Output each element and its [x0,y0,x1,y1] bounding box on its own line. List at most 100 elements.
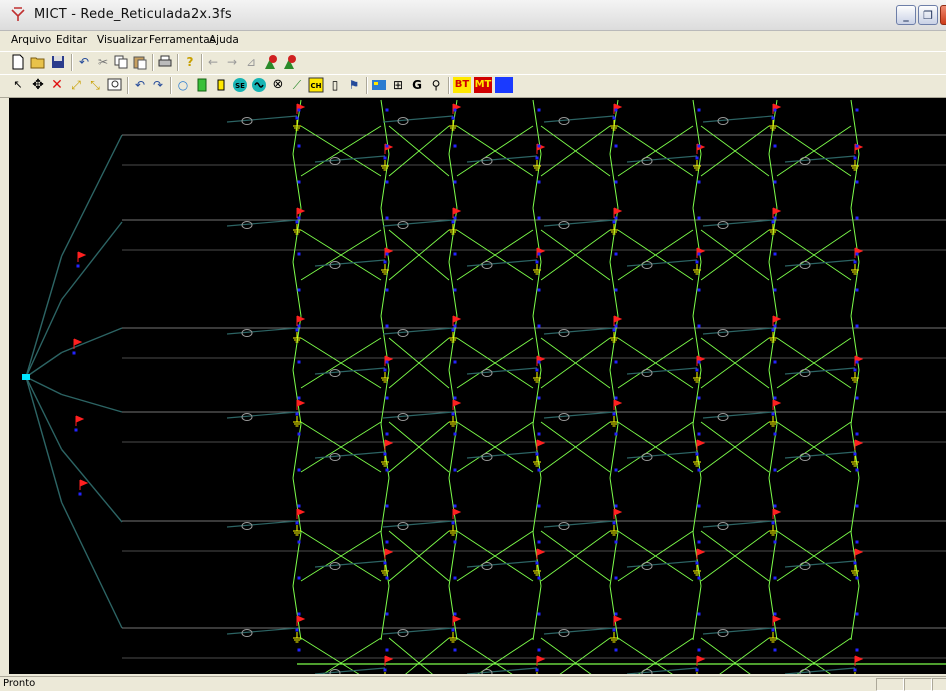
bus-node [385,144,389,148]
line-segment [382,411,454,419]
line-segment [466,560,538,568]
close-button[interactable]: ✕ [940,5,946,25]
help-icon[interactable]: ? [182,54,198,70]
redo-icon[interactable]: ↷ [150,77,166,93]
delete-icon[interactable]: ✕ [49,77,65,93]
ground-icon [769,120,777,131]
bus-node [297,468,301,472]
line-segment [226,411,298,419]
bus-node [695,668,699,672]
separator [448,77,450,94]
cut-icon[interactable]: ✂ [95,54,111,70]
binoculars-icon[interactable]: ⚲ [428,77,444,93]
node-icon[interactable]: ○ [175,77,191,93]
flag-icon [772,508,782,519]
bus-node [773,216,777,220]
undo-icon[interactable]: ↶ [132,77,148,93]
menu-arquivo[interactable]: Arquivo [11,34,51,46]
network-diagram[interactable] [9,98,946,674]
bus-node [773,108,777,112]
drawing-toolbar: ↖ ✥ ✕ ⤢ ⤡ ↶ ↷ ○ SE ⊗ ⟋ CH ▯ ⚑ ⊞ G ⚲ BT M… [0,74,946,98]
zoom-in-icon[interactable]: ⤢ [68,77,84,93]
g-button[interactable]: G [409,77,425,93]
bus-node [697,144,701,148]
bus-node [773,396,777,400]
bus-node [773,504,777,508]
menu-ajuda[interactable]: Ajuda [209,34,239,46]
separator [201,54,203,71]
ground-icon [536,672,538,674]
zoom-out-icon[interactable]: ⤡ [87,77,103,93]
flag-tool-icon[interactable]: ⚑ [346,77,362,93]
bus-node [385,648,389,652]
bus-node [537,216,541,220]
menu-visualizar[interactable]: Visualizar [97,34,148,46]
generator-icon[interactable] [251,77,267,93]
copy-icon[interactable] [113,54,129,70]
save-icon[interactable] [50,54,66,70]
bus-node [535,156,539,160]
transformer-icon[interactable] [194,77,210,93]
bus-node [297,360,301,364]
bus-node [855,576,859,580]
bus-node [697,180,701,184]
meter-icon[interactable]: ▯ [327,77,343,93]
bt-button[interactable]: BT [453,77,471,93]
line-segment [466,367,538,375]
bus-node [614,360,618,364]
capacitor-icon[interactable]: ⊗ [270,77,286,93]
bus-node [537,288,541,292]
switch-icon[interactable]: CH [308,77,324,93]
print-icon[interactable] [157,54,173,70]
grid-icon[interactable]: ⊞ [390,77,406,93]
bus-node [537,144,541,148]
substation-icon[interactable]: SE [232,77,248,93]
chart-icon[interactable]: ⊿ [243,54,259,70]
bus-node [297,432,301,436]
fc-icon[interactable] [281,54,297,70]
menu-editar[interactable]: Editar [56,34,87,46]
app-icon [11,7,25,21]
flag-icon [772,615,782,626]
forward-arrow-icon[interactable]: → [224,54,240,70]
map-icon[interactable] [371,77,387,93]
bus-node [853,561,857,565]
paste-icon[interactable] [132,54,148,70]
bus-node [773,180,777,184]
color-button[interactable] [495,77,513,93]
bus-node [771,412,775,416]
network-canvas[interactable] [9,98,946,674]
bus-node [295,328,299,332]
ground-icon [769,332,777,343]
ground-icon [693,456,701,467]
line-segment [226,627,298,635]
fp-icon[interactable] [262,54,278,70]
bus-node [297,252,301,256]
mt-button[interactable]: MT [474,77,492,93]
bus-node [773,360,777,364]
bus-node [695,156,699,160]
pointer-icon[interactable]: ↖ [10,77,26,93]
zoom-window-icon[interactable] [107,77,123,93]
bus-node [535,260,539,264]
line-segment [626,155,698,163]
line-segment [540,637,592,674]
line-icon[interactable]: ⟋ [289,77,305,93]
minimize-button[interactable]: _ [896,5,916,25]
restore-button[interactable]: ❐ [918,5,938,25]
undo-icon[interactable]: ↶ [76,54,92,70]
bus-node [855,648,859,652]
bus-node [855,468,859,472]
back-arrow-icon[interactable]: ← [205,54,221,70]
bus-node [295,220,299,224]
bus-node [612,521,616,525]
line-segment [626,560,698,568]
open-folder-icon[interactable] [30,54,46,70]
bus-node [383,156,387,160]
bus-node [855,180,859,184]
move-icon[interactable]: ✥ [30,77,46,93]
load-icon[interactable] [213,77,229,93]
flag-icon [772,399,782,410]
menu-ferramentas[interactable]: Ferramentas [149,34,215,46]
new-file-icon[interactable] [10,54,26,70]
